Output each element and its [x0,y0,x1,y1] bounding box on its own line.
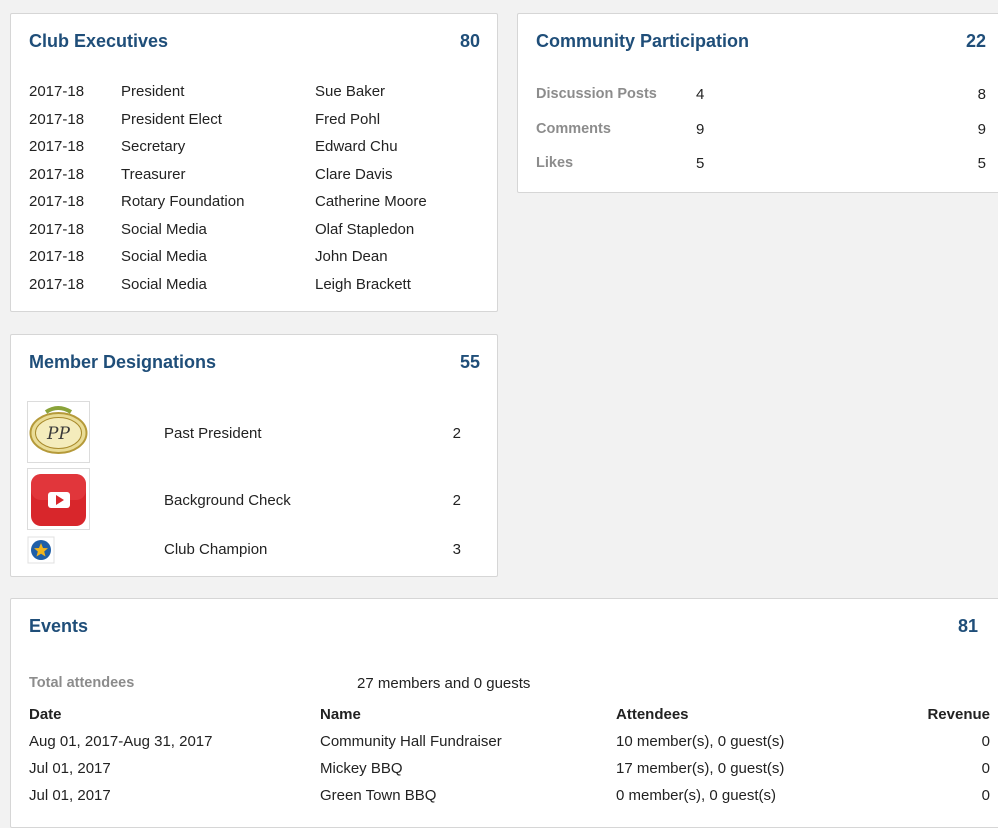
table-row[interactable]: Aug 01, 2017-Aug 31, 2017 Community Hall… [29,733,990,751]
designation-row: Club Champion 3 [27,536,480,566]
exec-year: 2017-18 [29,83,85,100]
participation-value: 4 [696,86,705,103]
participation-total: 5 [977,155,986,172]
exec-role: Social Media [121,275,207,293]
participation-value: 9 [696,120,705,138]
column-header-name: Name [320,706,361,723]
exec-year: 2017-18 [29,165,85,183]
community-participation-list: Discussion Posts 4 8 Comments 9 9 Likes … [536,86,986,190]
event-name: Mickey BBQ [320,760,403,777]
participation-label: Comments [536,120,611,137]
exec-year: 2017-18 [29,110,85,128]
club-executives-card: Club Executives 80 2017-18 President Sue… [10,13,498,312]
exec-year: 2017-18 [29,138,85,155]
exec-year: 2017-18 [29,193,85,210]
exec-name: Olaf Stapledon [315,220,415,238]
exec-year: 2017-18 [29,220,85,238]
event-name: Community Hall Fundraiser [320,733,502,750]
club-executives-list: 2017-18 President Sue Baker 2017-18 Pres… [29,83,479,303]
table-row[interactable]: Jul 01, 2017 Mickey BBQ 17 member(s), 0 … [29,760,990,778]
events-count: 81 [957,616,978,636]
exec-role: President Elect [121,110,222,128]
past-president-badge-icon: PP [27,401,90,463]
event-name: Green Town BBQ [320,787,437,804]
participation-row: Comments 9 9 [536,121,986,156]
participation-total: 9 [977,120,986,138]
total-attendees-label: Total attendees [29,675,135,691]
community-participation-count: 22 [965,31,986,51]
designation-count: 3 [452,541,461,558]
exec-name: Fred Pohl [315,110,381,128]
member-designations-count: 55 [459,352,480,372]
exec-role: President [121,83,185,100]
exec-row: 2017-18 President Elect Fred Pohl [29,111,479,139]
exec-name: Edward Chu [315,138,398,155]
events-card: Events 81 Total attendees 27 members and… [10,598,998,828]
badge-text: PP [46,424,70,444]
club-executives-count: 80 [459,31,480,51]
total-attendees-value: 27 members and 0 guests [357,675,531,692]
participation-label: Discussion Posts [536,86,657,102]
event-attendees: 17 member(s), 0 guest(s) [616,760,785,777]
participation-value: 5 [696,155,705,172]
participation-row: Discussion Posts 4 8 [536,86,986,121]
youtube-play-icon [27,468,90,530]
community-participation-title[interactable]: Community Participation [536,31,749,52]
exec-row: 2017-18 Rotary Foundation Catherine Moor… [29,193,479,221]
exec-row: 2017-18 Social Media Leigh Brackett [29,276,479,304]
exec-row: 2017-18 President Sue Baker [29,83,479,111]
designation-count: 2 [452,425,461,442]
column-header-date: Date [29,706,62,723]
designation-label: Past President [164,425,262,442]
exec-role: Secretary [121,138,186,155]
member-designations-card: Member Designations 55 PP Past President… [10,334,498,577]
designation-label: Background Check [164,492,291,509]
exec-row: 2017-18 Social Media John Dean [29,248,479,276]
event-date: Aug 01, 2017-Aug 31, 2017 [29,733,213,750]
exec-row: 2017-18 Treasurer Clare Davis [29,166,479,194]
exec-name: Clare Davis [315,165,393,183]
participation-total: 8 [977,86,986,103]
designation-row: PP Past President 2 [27,401,480,463]
event-attendees: 10 member(s), 0 guest(s) [616,733,785,750]
exec-row: 2017-18 Secretary Edward Chu [29,138,479,166]
event-date: Jul 01, 2017 [29,760,111,777]
designation-count: 2 [452,492,461,509]
exec-year: 2017-18 [29,248,85,265]
participation-row: Likes 5 5 [536,155,986,190]
member-designations-title[interactable]: Member Designations [29,352,216,373]
designation-row: Background Check 2 [27,468,480,530]
table-row[interactable]: Jul 01, 2017 Green Town BBQ 0 member(s),… [29,787,990,805]
event-date: Jul 01, 2017 [29,787,111,804]
events-title[interactable]: Events [29,616,88,637]
event-revenue: 0 [981,760,990,777]
exec-name: Sue Baker [315,83,386,100]
exec-role: Social Media [121,248,207,265]
exec-name: John Dean [315,248,388,265]
exec-row: 2017-18 Social Media Olaf Stapledon [29,221,479,249]
event-revenue: 0 [981,787,990,804]
column-header-revenue: Revenue [927,706,990,723]
exec-name: Leigh Brackett [315,275,411,293]
exec-year: 2017-18 [29,275,85,293]
star-badge-icon [27,536,55,564]
designation-label: Club Champion [164,541,268,558]
community-participation-card: Community Participation 22 Discussion Po… [517,13,998,193]
participation-label: Likes [536,155,574,171]
event-attendees: 0 member(s), 0 guest(s) [616,787,777,804]
club-executives-title[interactable]: Club Executives [29,31,168,52]
exec-role: Social Media [121,220,207,238]
event-revenue: 0 [981,733,990,750]
column-header-attendees: Attendees [616,706,689,723]
events-table-header: Date Name Attendees Revenue [29,706,990,724]
exec-role: Rotary Foundation [121,193,245,210]
exec-role: Treasurer [121,165,186,183]
exec-name: Catherine Moore [315,193,427,210]
